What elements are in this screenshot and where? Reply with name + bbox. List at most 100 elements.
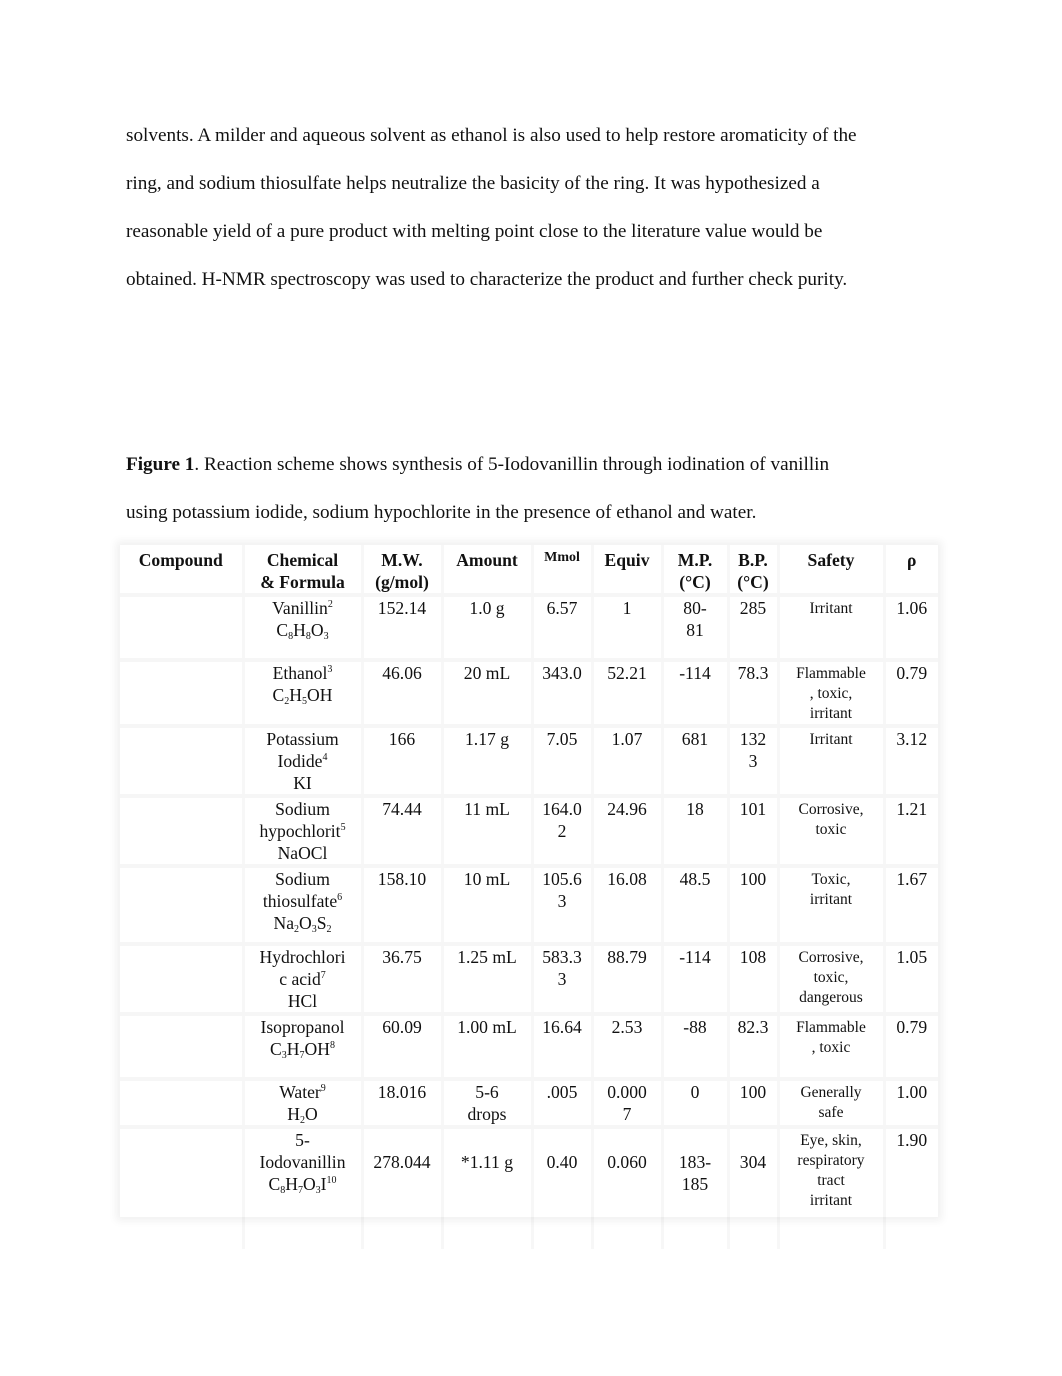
- chemical-name: 5-: [295, 1130, 310, 1150]
- chemical-name: Hydrochlori: [259, 947, 346, 967]
- formula-element: C: [268, 1174, 281, 1194]
- cell-compound: [120, 1127, 243, 1249]
- cell-mmol: 105.6 3: [532, 866, 592, 944]
- cell-compound: [120, 944, 243, 1014]
- mmol-text: 2: [557, 821, 567, 841]
- cell-mmol: 6.57: [532, 595, 592, 660]
- safety-text: respiratory: [797, 1152, 865, 1169]
- cell-boiling-point: 82.3: [728, 1014, 778, 1079]
- formula-element: HCl: [287, 991, 318, 1011]
- equiv-text: 16.08: [607, 869, 647, 889]
- cell-molecular-weight: 46.06: [362, 660, 442, 726]
- cell-molecular-weight: 278.044: [362, 1127, 442, 1249]
- boiling-point-text: 100: [739, 869, 767, 889]
- cell-chemical-formula: Hydrochlori c acid7 HCl: [243, 944, 362, 1014]
- cell-density: 1.05: [884, 944, 938, 1014]
- molecular-weight-text: 152.14: [377, 598, 427, 618]
- amount-text: 1.25 mL: [457, 947, 517, 967]
- safety-text: irritant: [809, 891, 853, 908]
- paragraph-line: reasonable yield of a pure product with …: [126, 221, 823, 242]
- cell-mmol: .005: [532, 1079, 592, 1127]
- boiling-point-text: 100: [739, 1082, 767, 1102]
- header-compound: Compound: [138, 550, 223, 570]
- cell-compound: [120, 1014, 243, 1079]
- cell-equiv: 1.07: [592, 726, 662, 796]
- cell-boiling-point: 78.3: [728, 660, 778, 726]
- boiling-point-text: 3: [748, 751, 758, 771]
- amount-text: 10 mL: [463, 869, 511, 889]
- caption-line-2: using potassium iodide, sodium hypochlor…: [126, 502, 757, 523]
- molecular-weight-text: 36.75: [382, 947, 422, 967]
- caption-text: . Reaction scheme shows synthesis of 5-I…: [194, 454, 830, 475]
- reference-superscript: 9: [320, 1083, 326, 1094]
- safety-text: toxic,: [813, 969, 849, 986]
- cell-safety: Corrosive, toxic, dangerous: [778, 944, 884, 1014]
- reference-superscript: 2: [327, 599, 333, 610]
- cell-molecular-weight: 158.10: [362, 866, 442, 944]
- molecular-weight-text: 166: [388, 729, 416, 749]
- formula-element: H: [287, 1104, 300, 1124]
- amount-text: 1.00 mL: [457, 1017, 517, 1037]
- equiv-text: 7: [622, 1104, 632, 1124]
- formula-element: S: [316, 913, 327, 933]
- cell-mmol: 164.0 2: [532, 796, 592, 866]
- cell-molecular-weight: 166: [362, 726, 442, 796]
- cell-equiv: 1: [592, 595, 662, 660]
- header-amount: Amount: [442, 545, 532, 595]
- amount-text: 1.0 g: [469, 598, 505, 618]
- formula-element: O: [310, 620, 324, 640]
- formula-subscript: 3: [323, 631, 329, 642]
- amount-text: 11 mL: [464, 799, 510, 819]
- header-equiv: Equiv: [592, 545, 662, 595]
- chemical-name: thiosulfate: [262, 891, 338, 911]
- boiling-point-text: 304: [739, 1152, 767, 1172]
- density-text: 1.90: [896, 1130, 928, 1150]
- safety-text: , toxic: [811, 1039, 851, 1056]
- equiv-text: 88.79: [607, 947, 647, 967]
- boiling-point-text: 285: [739, 598, 767, 618]
- amount-text: 20 mL: [463, 663, 511, 683]
- formula-element: Na: [273, 913, 294, 933]
- chemical-name: c acid: [279, 969, 321, 989]
- cell-density: 3.12: [884, 726, 938, 796]
- equiv-text: 52.21: [607, 663, 647, 683]
- cell-safety: Irritant: [778, 726, 884, 796]
- melting-point-text: 48.5: [679, 869, 711, 889]
- mmol-text: .005: [546, 1082, 578, 1102]
- cell-density: 0.79: [884, 1014, 938, 1079]
- formula-element: OH: [304, 1039, 330, 1059]
- reference-superscript: 4: [322, 752, 328, 763]
- formula-element: H: [293, 620, 306, 640]
- chemical-formula: C8H7O3I10: [268, 1174, 336, 1196]
- table-row: 5- Iodovanillin C8H7O3I10 278.044 *1.11 g 0.4…: [120, 1127, 938, 1249]
- safety-text: irritant: [809, 705, 853, 722]
- cell-compound: [120, 866, 243, 944]
- boiling-point-text: 82.3: [737, 1017, 769, 1037]
- cell-mmol: 0.40: [532, 1127, 592, 1249]
- cell-safety: Toxic, irritant: [778, 866, 884, 944]
- cell-melting-point: -114: [662, 660, 728, 726]
- cell-melting-point: 681: [662, 726, 728, 796]
- safety-text: Corrosive,: [798, 801, 864, 818]
- safety-text: Corrosive,: [798, 949, 864, 966]
- formula-element: O: [305, 1104, 318, 1124]
- chemical-name: Sodium: [275, 799, 330, 819]
- formula-element: H: [289, 685, 303, 705]
- equiv-text: 24.96: [607, 799, 647, 819]
- cell-melting-point: -88: [662, 1014, 728, 1079]
- table-row: Hydrochlori c acid7 HCl 36.75 1.25 mL 583.3 3 8…: [120, 944, 938, 1014]
- formula-element: C: [276, 620, 289, 640]
- reagent-table-container: Compound Chemical & Formula M.W. (g/mol) A…: [120, 545, 938, 1217]
- table-body: Vanillin2 C8H8O3 152.14 1.0 g 6.57 1 80- 81 285 I…: [120, 595, 938, 1249]
- chemical-formula: C3H7OH8: [270, 1039, 335, 1061]
- cell-safety: Irritant: [778, 595, 884, 660]
- cell-equiv: 0.060: [592, 1127, 662, 1249]
- table-row: Water9 H2O 18.016 5-6 drops .005 0.000 7 0 100 Gen…: [120, 1079, 938, 1127]
- cell-equiv: 2.53: [592, 1014, 662, 1079]
- cell-chemical-formula: Vanillin2 C8H8O3: [243, 595, 362, 660]
- cell-safety: Flammable , toxic: [778, 1014, 884, 1079]
- formula-element: OH: [307, 685, 333, 705]
- cell-compound: [120, 796, 243, 866]
- density-text: 1.00: [896, 1082, 928, 1102]
- cell-mmol: 16.64: [532, 1014, 592, 1079]
